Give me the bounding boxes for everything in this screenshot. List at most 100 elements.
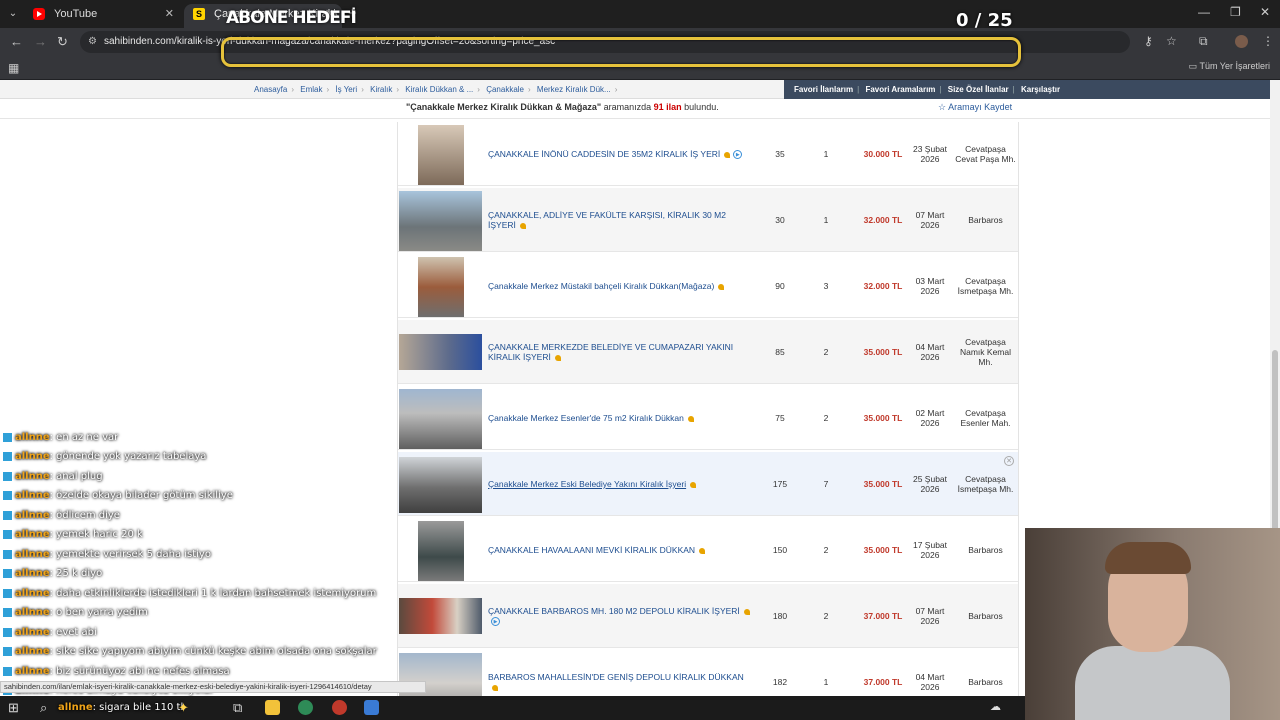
chat-badge-icon bbox=[3, 646, 12, 656]
pin-icon bbox=[724, 151, 731, 158]
listing-title[interactable]: ÇANAKKALE BARBAROS MH. 180 M2 DEPOLU KİR… bbox=[488, 584, 753, 648]
breadcrumb-link[interactable]: Çanakkale bbox=[486, 85, 524, 94]
chat-badge-icon bbox=[3, 627, 12, 637]
task-view-icon[interactable]: ⧉ bbox=[233, 700, 242, 716]
minimize-icon[interactable]: — bbox=[1198, 5, 1210, 19]
tab-search-dropdown[interactable]: ⌄ bbox=[4, 5, 22, 23]
listing-title[interactable]: ÇANAKKALE İNÖNÜ CADDESİN DE 35M2 KİRALIK… bbox=[488, 122, 753, 186]
listing-location: Cevatpaşa İsmetpaşa Mh. bbox=[957, 276, 1014, 296]
listing-title[interactable]: ÇANAKKALE, ADLİYE VE FAKÜLTE KARŞISI, Kİ… bbox=[488, 188, 753, 252]
dismiss-icon[interactable]: ✕ bbox=[1004, 456, 1014, 466]
tab-youtube[interactable]: YouTube ✕ bbox=[24, 4, 182, 28]
breadcrumb-link[interactable]: İş Yeri bbox=[335, 85, 357, 94]
pin-icon bbox=[718, 283, 725, 290]
listing-thumbnail[interactable] bbox=[399, 457, 482, 513]
listing-thumbnail[interactable] bbox=[399, 191, 482, 251]
table-row[interactable]: ÇANAKKALE, ADLİYE VE FAKÜLTE KARŞISI, Kİ… bbox=[398, 188, 1018, 252]
subscriber-goal-counter: 0 / 25 bbox=[956, 10, 1013, 31]
listing-thumbnail[interactable] bbox=[399, 389, 482, 449]
browser-tab-strip: ⌄ YouTube ✕ S Çanakkale Merkez Kiralık D… bbox=[0, 0, 1280, 28]
breadcrumb-link[interactable]: Merkez Kiralık Dük... bbox=[537, 85, 611, 94]
subscriber-goal-bar bbox=[221, 37, 1021, 67]
chat-message: allnne: ödlicem diye bbox=[3, 510, 120, 521]
listing-title[interactable]: Çanakkale Merkez Eski Belediye Yakını Ki… bbox=[488, 452, 753, 516]
listing-thumbnail[interactable] bbox=[399, 334, 482, 370]
listing-price: 32.000 TL bbox=[863, 215, 903, 225]
app-icon[interactable] bbox=[332, 700, 347, 715]
save-search-button[interactable]: ☆ Aramayı Kaydet bbox=[938, 102, 1012, 113]
table-row[interactable]: ÇANAKKALE İNÖNÜ CADDESİN DE 35M2 KİRALIK… bbox=[398, 122, 1018, 186]
table-row[interactable]: ÇANAKKALE MERKEZDE BELEDİYE VE CUMAPAZAR… bbox=[398, 320, 1018, 384]
pin-icon bbox=[743, 608, 750, 615]
listing-thumbnail[interactable] bbox=[418, 521, 464, 581]
listing-title[interactable]: Çanakkale Merkez Müstakil bahçeli Kiralı… bbox=[488, 254, 753, 318]
bookmark-star-icon[interactable]: ☆ bbox=[1166, 34, 1177, 48]
table-row[interactable]: ÇANAKKALE HAVAALAANI MEVKİ KİRALIK DÜKKA… bbox=[398, 518, 1018, 582]
listing-date: 02 Mart 2026 bbox=[915, 408, 945, 428]
table-row[interactable]: Çanakkale Merkez Eski Belediye Yakını Ki… bbox=[398, 452, 1018, 516]
listing-location: Cevatpaşa Cevat Paşa Mh. bbox=[955, 144, 1016, 164]
windows-start-icon[interactable]: ⊞ bbox=[8, 700, 19, 716]
listing-rooms: 1 bbox=[823, 149, 829, 159]
table-row[interactable]: BARBAROS MAHALLESİN'DE GENİŞ DEPOLU KİRA… bbox=[398, 650, 1018, 700]
favorite-searches-link[interactable]: Favori Aramalarım bbox=[865, 85, 935, 94]
listing-thumbnail[interactable] bbox=[418, 257, 464, 317]
chat-badge-icon bbox=[3, 568, 12, 578]
extensions-icon[interactable]: ⧉ bbox=[1199, 34, 1208, 49]
breadcrumb-link[interactable]: Kiralık Dükkan & ... bbox=[405, 85, 473, 94]
listing-title[interactable]: ÇANAKKALE HAVAALAANI MEVKİ KİRALIK DÜKKA… bbox=[488, 518, 753, 582]
profile-avatar[interactable] bbox=[1235, 35, 1248, 48]
menu-dots-icon[interactable]: ⋮ bbox=[1262, 34, 1274, 48]
listing-location: Barbaros bbox=[968, 611, 1003, 621]
back-icon[interactable]: ← bbox=[10, 34, 23, 49]
close-window-icon[interactable]: ✕ bbox=[1260, 5, 1270, 19]
listing-rooms: 1 bbox=[823, 677, 829, 687]
listing-m2: 175 bbox=[772, 479, 788, 489]
apps-grid-icon[interactable]: ▦ bbox=[8, 61, 19, 75]
listing-location: Cevatpaşa Namık Kemal Mh. bbox=[959, 337, 1011, 367]
listing-price: 37.000 TL bbox=[863, 611, 903, 621]
favorites-bar: Favori İlanlarım | Favori Aramalarım | Siz… bbox=[784, 80, 1270, 99]
compare-link[interactable]: Karşılaştır bbox=[1021, 85, 1060, 94]
chrome-icon[interactable] bbox=[298, 700, 313, 715]
chat-message: allnne: anal plug bbox=[3, 471, 103, 482]
calculator-icon[interactable] bbox=[364, 700, 379, 715]
pin-icon bbox=[687, 415, 694, 422]
listing-title[interactable]: BARBAROS MAHALLESİN'DE GENİŞ DEPOLU KİRA… bbox=[488, 650, 753, 700]
breadcrumb-link[interactable]: Kiralık bbox=[370, 85, 392, 94]
table-row[interactable]: Çanakkale Merkez Müstakil bahçeli Kiralı… bbox=[398, 254, 1018, 318]
chat-message: allnne: yemekte verirsek 5 daha istiyo bbox=[3, 549, 211, 560]
listing-title[interactable]: ÇANAKKALE MERKEZDE BELEDİYE VE CUMAPAZAR… bbox=[488, 320, 753, 384]
video-icon: ▶ bbox=[733, 150, 743, 160]
restore-icon[interactable]: ❐ bbox=[1230, 5, 1241, 19]
password-key-icon[interactable]: ⚷ bbox=[1144, 34, 1153, 48]
reload-icon[interactable]: ↻ bbox=[57, 34, 68, 50]
table-row[interactable]: Çanakkale Merkez Esenler'de 75 m2 Kiralı… bbox=[398, 386, 1018, 450]
pin-icon bbox=[554, 354, 561, 361]
close-tab-icon[interactable]: ✕ bbox=[165, 4, 174, 24]
taskbar-search-icon[interactable]: ⌕ bbox=[40, 700, 47, 716]
listing-thumbnail[interactable] bbox=[399, 598, 482, 634]
chat-badge-icon bbox=[3, 471, 12, 481]
breadcrumb-link[interactable]: Anasayfa bbox=[254, 85, 287, 94]
listing-price: 35.000 TL bbox=[863, 479, 903, 489]
breadcrumb-link[interactable]: Emlak bbox=[300, 85, 322, 94]
forward-icon[interactable]: → bbox=[34, 34, 47, 49]
listing-title[interactable]: Çanakkale Merkez Esenler'de 75 m2 Kiralı… bbox=[488, 386, 753, 450]
weather-icon[interactable]: ☁ bbox=[990, 700, 1001, 713]
special-listings-link[interactable]: Size Özel İlanlar bbox=[948, 85, 1009, 94]
listing-m2: 85 bbox=[775, 347, 785, 357]
listing-m2: 150 bbox=[772, 545, 788, 555]
all-bookmarks-button[interactable]: ▭ Tüm Yer İşaretleri bbox=[1189, 61, 1270, 72]
listing-rooms: 2 bbox=[823, 545, 829, 555]
favorite-listings-link[interactable]: Favori İlanlarım bbox=[794, 85, 853, 94]
chat-message: allnne: 25 k diyo bbox=[3, 568, 102, 579]
breadcrumb: Anasayfa › Emlak › İş Yeri › Kiralık › Kiral… bbox=[254, 85, 618, 94]
file-explorer-icon[interactable] bbox=[265, 700, 280, 715]
chat-badge-icon bbox=[3, 666, 12, 676]
site-info-icon[interactable]: ⚙ bbox=[88, 31, 97, 53]
table-row[interactable]: ÇANAKKALE BARBAROS MH. 180 M2 DEPOLU KİR… bbox=[398, 584, 1018, 648]
listing-thumbnail[interactable] bbox=[418, 125, 464, 185]
listing-m2: 35 bbox=[775, 149, 785, 159]
copilot-icon[interactable]: ✦ bbox=[178, 700, 189, 716]
